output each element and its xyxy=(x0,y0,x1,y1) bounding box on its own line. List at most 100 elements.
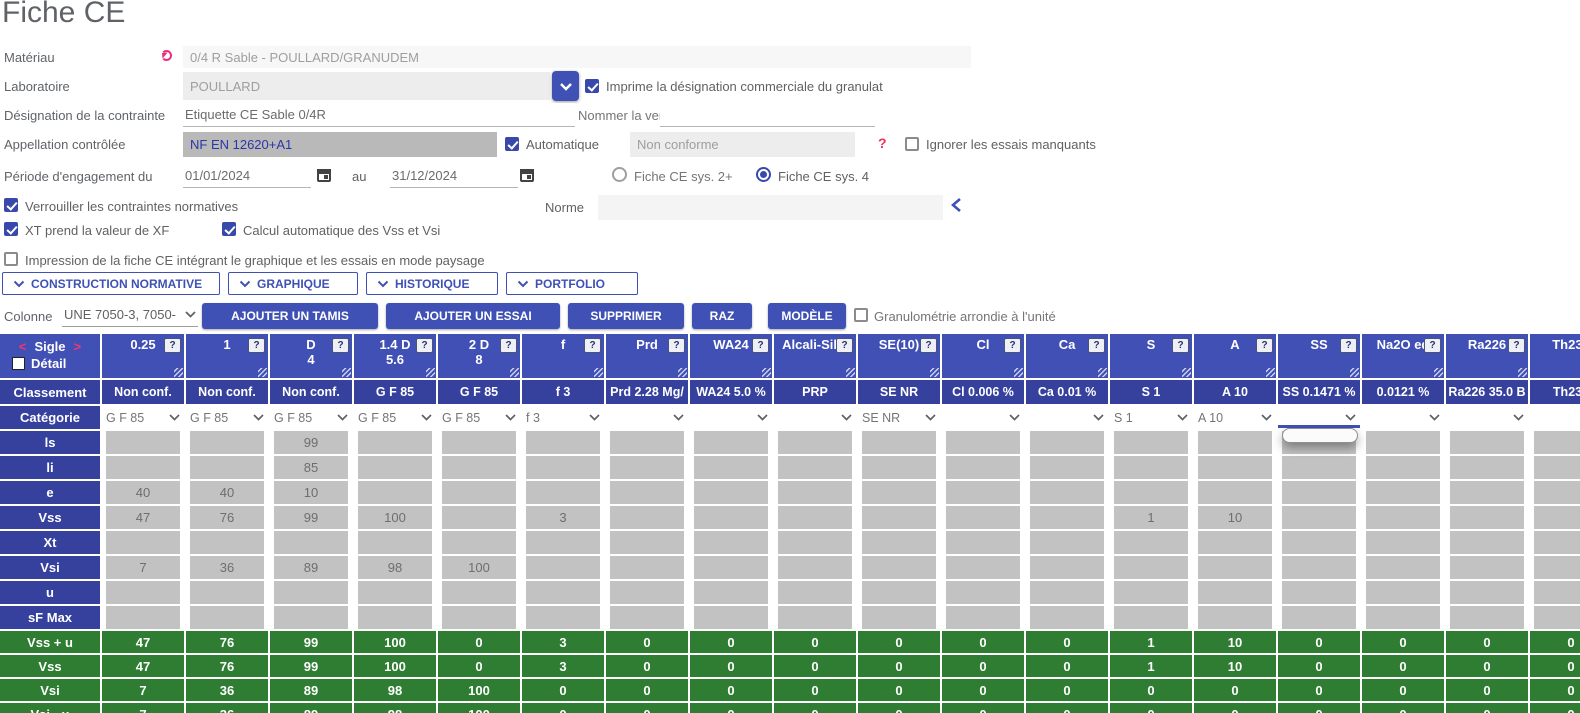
grid-cell[interactable] xyxy=(354,606,436,629)
grid-cell[interactable] xyxy=(858,456,940,479)
radio-sys2[interactable] xyxy=(612,167,627,182)
grid-cell[interactable] xyxy=(858,481,940,504)
laboratoire-dropdown-button[interactable] xyxy=(552,71,579,101)
column-help-button[interactable]: ? xyxy=(248,338,265,353)
grid-cell[interactable]: 76 xyxy=(186,506,268,529)
grid-cell[interactable] xyxy=(1026,581,1108,604)
categorie-select[interactable] xyxy=(942,406,1024,429)
grid-cell[interactable] xyxy=(438,506,520,529)
grid-cell[interactable] xyxy=(942,556,1024,579)
grid-cell[interactable] xyxy=(1278,556,1360,579)
grid-cell[interactable] xyxy=(1446,556,1528,579)
grid-cell[interactable] xyxy=(1530,481,1580,504)
grid-cell[interactable] xyxy=(774,506,856,529)
grid-cell[interactable] xyxy=(606,606,688,629)
ajouter-essai-button[interactable]: AJOUTER UN ESSAI xyxy=(386,303,560,329)
column-help-button[interactable]: ? xyxy=(1088,338,1105,353)
column-help-button[interactable]: ? xyxy=(1172,338,1189,353)
supprimer-button[interactable]: SUPPRIMER xyxy=(568,303,684,329)
grid-cell[interactable]: 100 xyxy=(438,556,520,579)
grid-cell[interactable] xyxy=(1278,481,1360,504)
verrouiller-checkbox[interactable] xyxy=(4,198,18,212)
grid-cell[interactable] xyxy=(186,606,268,629)
grid-cell[interactable] xyxy=(102,531,184,554)
column-help-button[interactable]: ? xyxy=(416,338,433,353)
grid-cell[interactable] xyxy=(858,431,940,454)
grid-cell[interactable] xyxy=(690,556,772,579)
column-resize-handle[interactable] xyxy=(930,368,939,377)
grid-cell[interactable] xyxy=(270,606,352,629)
detail-checkbox[interactable] xyxy=(12,357,25,370)
grid-cell[interactable] xyxy=(186,456,268,479)
grid-cell[interactable] xyxy=(606,531,688,554)
grid-cell[interactable] xyxy=(522,481,604,504)
column-help-button[interactable]: ? xyxy=(332,338,349,353)
grid-cell[interactable]: 10 xyxy=(270,481,352,504)
column-resize-handle[interactable] xyxy=(1434,368,1443,377)
column-resize-handle[interactable] xyxy=(258,368,267,377)
grid-cell[interactable] xyxy=(1026,481,1108,504)
grid-cell[interactable] xyxy=(1446,431,1528,454)
grid-cell[interactable] xyxy=(690,506,772,529)
grid-cell[interactable] xyxy=(1026,531,1108,554)
column-help-button[interactable]: ? xyxy=(500,338,517,353)
grid-cell[interactable] xyxy=(354,456,436,479)
categorie-select[interactable] xyxy=(606,406,688,429)
grid-cell[interactable]: 85 xyxy=(270,456,352,479)
column-help-button[interactable]: ? xyxy=(584,338,601,353)
grid-cell[interactable]: 40 xyxy=(102,481,184,504)
grid-cell[interactable] xyxy=(1362,556,1444,579)
appellation-field[interactable]: NF EN 12620+A1 xyxy=(183,132,497,157)
categorie-select[interactable]: A 10 xyxy=(1194,406,1276,429)
calendar-icon[interactable] xyxy=(520,169,534,182)
column-help-button[interactable]: ? xyxy=(1424,338,1441,353)
grid-cell[interactable] xyxy=(1110,606,1192,629)
grid-cell[interactable]: 100 xyxy=(354,506,436,529)
grid-cell[interactable]: 99 xyxy=(270,431,352,454)
historique-button[interactable]: HISTORIQUE xyxy=(366,272,498,295)
grid-cell[interactable] xyxy=(1026,431,1108,454)
grid-cell[interactable] xyxy=(606,456,688,479)
grid-cell[interactable] xyxy=(522,431,604,454)
grid-cell[interactable]: 40 xyxy=(186,481,268,504)
grid-cell[interactable] xyxy=(1278,531,1360,554)
grid-cell[interactable] xyxy=(942,431,1024,454)
grid-cell[interactable] xyxy=(1194,556,1276,579)
impression-checkbox[interactable] xyxy=(4,252,18,266)
grid-cell[interactable] xyxy=(438,581,520,604)
grid-cell[interactable] xyxy=(606,581,688,604)
column-help-button[interactable]: ? xyxy=(164,338,181,353)
grid-cell[interactable] xyxy=(1278,456,1360,479)
column-help-button[interactable]: ? xyxy=(836,338,853,353)
grid-cell[interactable] xyxy=(1446,481,1528,504)
grid-cell[interactable] xyxy=(858,581,940,604)
grid-cell[interactable] xyxy=(942,481,1024,504)
grid-cell[interactable] xyxy=(522,581,604,604)
graphique-button[interactable]: GRAPHIQUE xyxy=(228,272,358,295)
grid-cell[interactable]: 47 xyxy=(102,506,184,529)
grid-cell[interactable] xyxy=(1362,431,1444,454)
categorie-select[interactable]: G F 85 xyxy=(354,406,436,429)
column-resize-handle[interactable] xyxy=(426,368,435,377)
grid-cell[interactable] xyxy=(1194,431,1276,454)
grid-cell[interactable] xyxy=(1110,556,1192,579)
prev-column-icon[interactable]: < xyxy=(19,339,27,354)
grid-cell[interactable] xyxy=(942,531,1024,554)
column-help-button[interactable]: ? xyxy=(1508,338,1525,353)
grid-cell[interactable] xyxy=(1278,606,1360,629)
designation-input[interactable]: Etiquette CE Sable 0/4R xyxy=(183,103,575,127)
grid-cell[interactable] xyxy=(1446,531,1528,554)
grid-cell[interactable] xyxy=(1362,456,1444,479)
categorie-select[interactable]: G F 85 xyxy=(438,406,520,429)
grid-cell[interactable] xyxy=(270,581,352,604)
categorie-select[interactable]: G F 85 xyxy=(270,406,352,429)
materiau-field[interactable]: 0/4 R Sable - POULLARD/GRANUDEM xyxy=(183,46,971,68)
grid-cell[interactable] xyxy=(1278,506,1360,529)
grid-cell[interactable] xyxy=(102,606,184,629)
grid-cell[interactable] xyxy=(774,456,856,479)
column-resize-handle[interactable] xyxy=(1350,368,1359,377)
grid-cell[interactable] xyxy=(942,581,1024,604)
grid-cell[interactable] xyxy=(606,481,688,504)
grid-cell[interactable] xyxy=(1194,481,1276,504)
conformite-help[interactable]: ? xyxy=(878,135,887,151)
